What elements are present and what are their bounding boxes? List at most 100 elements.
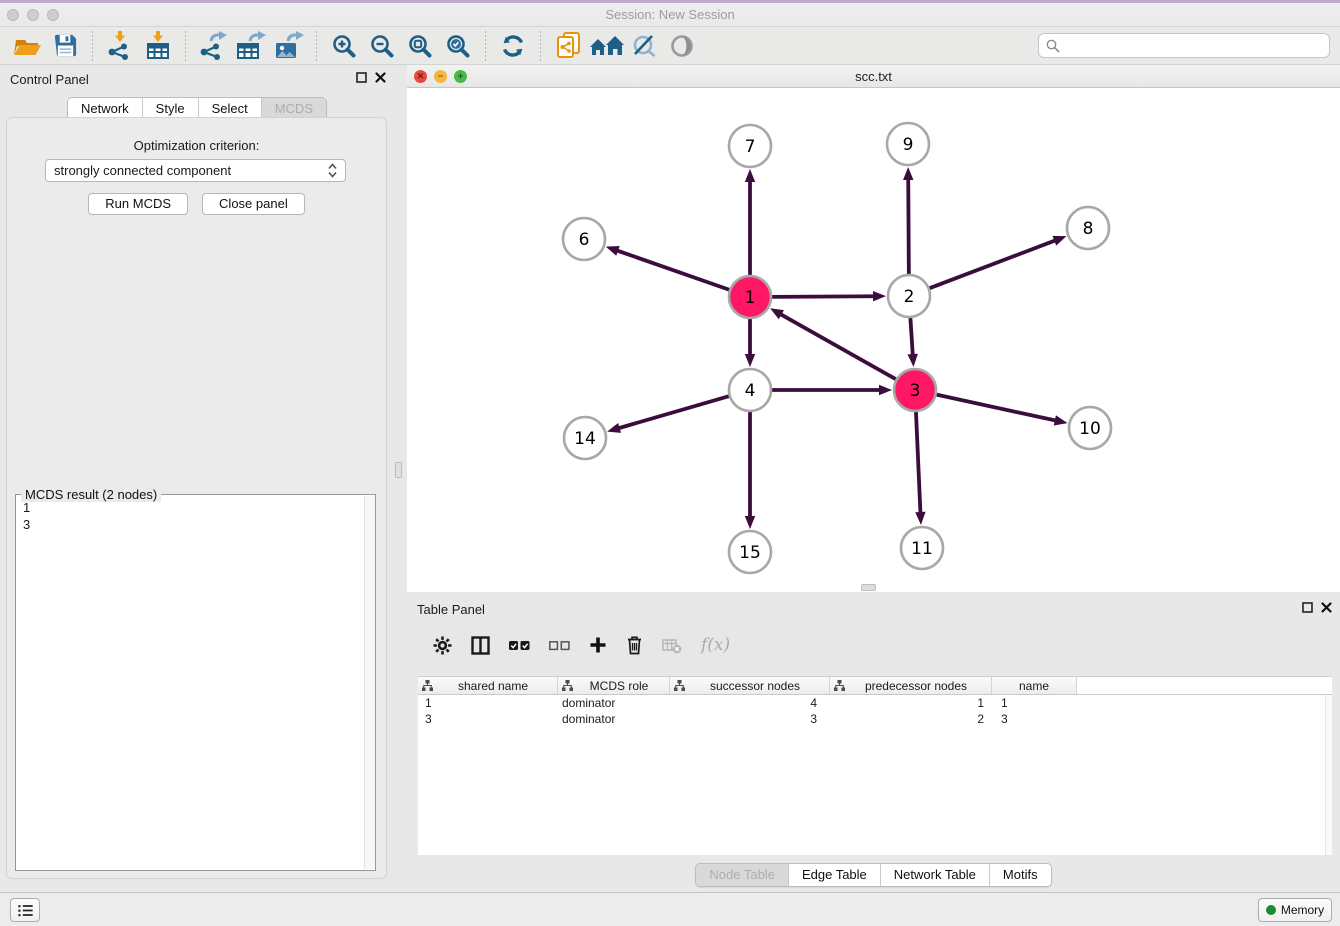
close-table-panel-icon[interactable] (1321, 602, 1332, 613)
columns-icon (471, 636, 490, 655)
edge-3-1[interactable] (780, 314, 896, 380)
import-table-button[interactable] (139, 29, 177, 63)
houses-button[interactable] (587, 29, 625, 63)
export-image-button[interactable] (270, 29, 308, 63)
application-window: Session: New Session (0, 0, 1340, 926)
zoom-out-button[interactable] (363, 29, 401, 63)
delete-column-button[interactable] (626, 635, 643, 655)
control-panel-title: Control Panel (10, 72, 89, 87)
function-builder-button[interactable]: f(x) (701, 635, 730, 655)
table-cell[interactable]: 1 (830, 695, 992, 711)
column-header-predecessor-nodes[interactable]: predecessor nodes (830, 677, 992, 694)
select-all-button[interactable] (509, 638, 530, 653)
node-label-2: 2 (904, 287, 915, 307)
table-tab-node-table[interactable]: Node Table (696, 864, 789, 886)
main-toolbar (0, 27, 1340, 65)
refresh-button[interactable] (494, 29, 532, 63)
clone-network-button[interactable] (549, 29, 587, 63)
attribute-icon (674, 680, 685, 691)
table-cell[interactable]: 1 (418, 695, 558, 711)
column-header-name[interactable]: name (992, 677, 1077, 694)
edge-1-6[interactable] (616, 250, 729, 290)
edge-2-8[interactable] (930, 240, 1057, 288)
criterion-value: strongly connected component (54, 163, 231, 178)
search-icon (1046, 39, 1060, 53)
task-history-button[interactable] (10, 898, 40, 922)
table-row[interactable]: 1dominator411 (418, 695, 1332, 711)
column-header-shared-name[interactable]: shared name (418, 677, 558, 694)
table-cell[interactable]: 3 (992, 711, 1077, 727)
trash-icon (626, 635, 643, 655)
node-label-7: 7 (745, 137, 756, 157)
toolbar-separator (316, 31, 317, 61)
create-column-button[interactable] (589, 636, 607, 654)
column-header-MCDS-role[interactable]: MCDS role (558, 677, 670, 694)
table-tab-motifs[interactable]: Motifs (990, 864, 1051, 886)
deselect-all-button[interactable] (549, 638, 570, 653)
save-session-button[interactable] (46, 29, 84, 63)
delete-table-button[interactable] (662, 636, 682, 654)
node-label-6: 6 (579, 230, 590, 250)
table-cell[interactable]: 4 (670, 695, 830, 711)
toolbar-separator (92, 31, 93, 61)
open-session-button[interactable] (8, 29, 46, 63)
houses-icon (588, 33, 624, 59)
edge-4-14[interactable] (618, 396, 729, 428)
table-cell[interactable]: dominator (558, 711, 670, 727)
arrowhead-3-10 (1054, 415, 1068, 425)
table-settings-button[interactable] (433, 636, 452, 655)
run-mcds-button[interactable]: Run MCDS (88, 193, 188, 215)
close-panel-button[interactable]: Close panel (202, 193, 305, 215)
edge-2-3[interactable] (910, 318, 912, 356)
table-cell[interactable]: dominator (558, 695, 670, 711)
zoom-fit-button[interactable] (401, 29, 439, 63)
table-tab-edge-table[interactable]: Edge Table (789, 864, 881, 886)
network-canvas[interactable]: 7968124314101511 (407, 88, 1340, 592)
float-table-panel-icon[interactable] (1302, 602, 1313, 613)
zoom-in-icon (331, 33, 357, 59)
edge-2-9[interactable] (908, 178, 909, 274)
column-header-successor-nodes[interactable]: successor nodes (670, 677, 830, 694)
eye-icon (668, 32, 696, 60)
show-columns-button[interactable] (471, 636, 490, 655)
toolbar-separator (540, 31, 541, 61)
criterion-dropdown[interactable]: strongly connected component (45, 159, 346, 182)
table-tab-network-table[interactable]: Network Table (881, 864, 990, 886)
node-table: shared nameMCDS rolesuccessor nodesprede… (418, 676, 1332, 855)
table-scrollbar[interactable] (1325, 695, 1332, 855)
export-table-button[interactable] (232, 29, 270, 63)
show-details-button[interactable] (663, 29, 701, 63)
zoom-out-icon (369, 33, 395, 59)
memory-button[interactable]: Memory (1258, 898, 1332, 922)
mcds-result-item[interactable]: 3 (23, 516, 375, 533)
arrowhead-2-8 (1052, 236, 1066, 246)
import-network-button[interactable] (101, 29, 139, 63)
table-cell[interactable]: 2 (830, 711, 992, 727)
slashed-circle-icon (631, 32, 658, 59)
hide-details-button[interactable] (625, 29, 663, 63)
attribute-icon (562, 680, 573, 691)
table-row[interactable]: 3dominator323 (418, 711, 1332, 727)
edge-1-2[interactable] (772, 296, 875, 297)
zoom-selected-button[interactable] (439, 29, 477, 63)
vertical-splitter-handle[interactable] (395, 462, 402, 478)
edge-3-10[interactable] (936, 395, 1056, 421)
result-scrollbar[interactable] (364, 496, 375, 869)
node-label-3: 3 (910, 381, 921, 401)
network-window-titlebar: ✕ − + scc.txt (407, 65, 1340, 88)
edge-3-11[interactable] (916, 412, 921, 514)
float-panel-icon[interactable] (356, 72, 367, 83)
table-cell[interactable]: 3 (418, 711, 558, 727)
export-image-icon (273, 31, 305, 61)
horizontal-splitter-handle[interactable] (861, 584, 876, 591)
column-header-filler (1077, 677, 1332, 694)
optimization-criterion-label: Optimization criterion: (7, 138, 386, 153)
search-input[interactable] (1060, 36, 1322, 56)
close-panel-icon[interactable] (375, 72, 386, 83)
arrowhead-4-15 (745, 516, 755, 529)
table-cell[interactable]: 3 (670, 711, 830, 727)
zoom-in-button[interactable] (325, 29, 363, 63)
table-cell[interactable]: 1 (992, 695, 1077, 711)
node-label-9: 9 (903, 135, 914, 155)
export-network-button[interactable] (194, 29, 232, 63)
